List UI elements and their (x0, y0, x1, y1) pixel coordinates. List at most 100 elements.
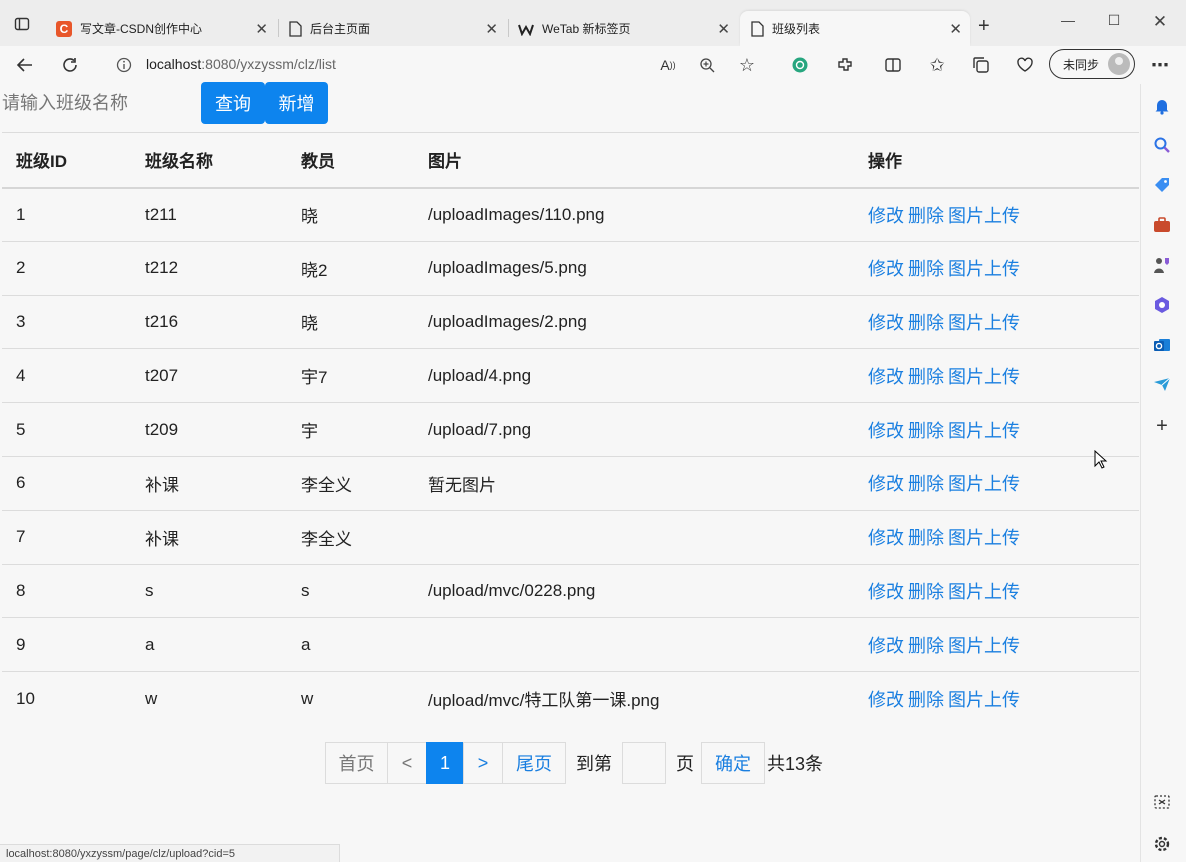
refresh-icon[interactable] (59, 54, 81, 76)
delete-link[interactable]: 删除 (908, 474, 944, 494)
table-row: 8 s s/upload/mvc/0228.png 修改 删除 图片上传 (2, 564, 1139, 619)
tab-wetab[interactable]: WeTab 新标签页 ✕ (508, 11, 738, 46)
upload-image-link[interactable]: 图片上传 (948, 421, 1020, 441)
games-icon[interactable] (1152, 255, 1172, 275)
info-icon[interactable] (113, 54, 135, 76)
edit-link[interactable]: 修改 (868, 636, 904, 656)
maximize-button[interactable]: ☐ (1104, 12, 1124, 32)
upload-image-link[interactable]: 图片上传 (948, 259, 1020, 279)
cell-image: /uploadImages/5.png (414, 241, 854, 296)
upload-image-link[interactable]: 图片上传 (948, 636, 1020, 656)
edit-link[interactable]: 修改 (868, 367, 904, 387)
delete-link[interactable]: 删除 (908, 367, 944, 387)
edit-link[interactable]: 修改 (868, 259, 904, 279)
first-page-button[interactable]: 首页 (325, 742, 388, 784)
favorite-star-icon[interactable]: ☆ (736, 54, 758, 76)
delete-link[interactable]: 删除 (908, 259, 944, 279)
chatgpt-extension-icon[interactable] (789, 54, 811, 76)
page-icon (751, 20, 764, 37)
sync-profile-button[interactable]: 未同步 (1049, 49, 1135, 79)
microsoft-365-icon[interactable] (1152, 295, 1172, 315)
table-row: 6 补课 李全义 暂无图片 修改 删除 图片上传 (2, 456, 1139, 511)
cell-class-id: 7 (2, 510, 131, 565)
collections-icon[interactable] (970, 54, 992, 76)
add-icon[interactable]: + (1152, 416, 1172, 436)
outlook-icon[interactable] (1152, 335, 1172, 355)
more-menu-icon[interactable]: ⋯ (1149, 54, 1171, 76)
zoom-icon[interactable] (696, 54, 718, 76)
tab-admin-home[interactable]: 后台主页面 ✕ (278, 11, 506, 46)
delete-link[interactable]: 删除 (908, 636, 944, 656)
close-window-button[interactable]: ✕ (1150, 12, 1170, 32)
edit-link[interactable]: 修改 (868, 690, 904, 710)
upload-image-link[interactable]: 图片上传 (948, 206, 1020, 226)
class-name-search-input[interactable] (2, 84, 198, 122)
delete-link[interactable]: 删除 (908, 528, 944, 548)
cell-image (414, 617, 854, 673)
cell-class-name: w (145, 688, 158, 708)
edit-link[interactable]: 修改 (868, 528, 904, 548)
cell-actions: 修改 删除 图片上传 (854, 295, 1139, 350)
back-icon[interactable] (14, 54, 36, 76)
upload-image-link[interactable]: 图片上传 (948, 582, 1020, 602)
csdn-icon: C (56, 20, 72, 37)
delete-link[interactable]: 删除 (908, 582, 944, 602)
goto-page-input[interactable] (622, 742, 666, 784)
delete-link[interactable]: 删除 (908, 421, 944, 441)
tab-actions-icon[interactable] (10, 12, 34, 36)
cell-class-id: 1 (2, 187, 131, 242)
edit-link[interactable]: 修改 (868, 206, 904, 226)
avatar (1108, 53, 1130, 75)
prev-page-button[interactable]: < (387, 742, 427, 784)
cell-class-id: 3 (2, 295, 131, 350)
tab-class-list[interactable]: 班级列表 ✕ (740, 11, 970, 46)
column-header-teacher: 教员 (287, 132, 414, 189)
search-icon[interactable] (1152, 135, 1172, 155)
tab-csdn[interactable]: C 写文章-CSDN创作中心 ✕ (46, 11, 276, 46)
upload-image-link[interactable]: 图片上传 (948, 313, 1020, 333)
edit-link[interactable]: 修改 (868, 421, 904, 441)
upload-image-link[interactable]: 图片上传 (948, 528, 1020, 548)
cell-teacher: 晓 (287, 295, 414, 350)
new-tab-button[interactable]: + (978, 16, 990, 36)
close-icon[interactable]: ✕ (949, 20, 962, 38)
add-button[interactable]: 新增 (265, 82, 328, 124)
address-bar[interactable]: localhost:8080/yxzyssm/clz/list (146, 56, 336, 72)
edit-link[interactable]: 修改 (868, 313, 904, 333)
delete-link[interactable]: 删除 (908, 206, 944, 226)
upload-image-link[interactable]: 图片上传 (948, 367, 1020, 387)
upload-image-link[interactable]: 图片上传 (948, 690, 1020, 710)
edit-link[interactable]: 修改 (868, 582, 904, 602)
next-page-button[interactable]: > (463, 742, 503, 784)
split-screen-icon[interactable] (882, 54, 904, 76)
tab-title: 班级列表 (772, 22, 821, 36)
settings-gear-icon[interactable] (1152, 834, 1172, 854)
edit-link[interactable]: 修改 (868, 474, 904, 494)
cell-actions: 修改 删除 图片上传 (854, 187, 1139, 242)
screenshot-icon[interactable] (1152, 792, 1172, 812)
cell-class-id: 4 (2, 348, 131, 404)
close-icon[interactable]: ✕ (717, 20, 730, 38)
query-button[interactable]: 查询 (201, 82, 265, 124)
close-icon[interactable]: ✕ (485, 20, 498, 38)
upload-image-link[interactable]: 图片上传 (948, 474, 1020, 494)
read-aloud-icon[interactable]: A)) (657, 54, 679, 76)
cell-image: /upload/4.png (414, 348, 854, 404)
delete-link[interactable]: 删除 (908, 690, 944, 710)
close-icon[interactable]: ✕ (255, 20, 268, 38)
minimize-button[interactable]: — (1058, 12, 1078, 32)
shopping-tag-icon[interactable] (1152, 175, 1172, 195)
bell-icon[interactable] (1152, 96, 1172, 116)
toolbox-icon[interactable] (1152, 215, 1172, 235)
delete-link[interactable]: 删除 (908, 313, 944, 333)
performance-icon[interactable] (1014, 54, 1036, 76)
extensions-icon[interactable] (834, 54, 856, 76)
confirm-button[interactable]: 确定 (701, 742, 765, 784)
table-row: 7 补课 李全义 修改 删除 图片上传 (2, 510, 1139, 565)
send-icon[interactable] (1152, 374, 1172, 394)
table-body: 1 t211 晓/uploadImages/110.png 修改 删除 图片上传 2 t212… (2, 187, 1139, 726)
current-page[interactable]: 1 (426, 742, 464, 784)
favorites-icon[interactable]: ✩ (926, 54, 948, 76)
last-page-button[interactable]: 尾页 (502, 742, 566, 784)
cell-actions: 修改 删除 图片上传 (854, 510, 1139, 565)
